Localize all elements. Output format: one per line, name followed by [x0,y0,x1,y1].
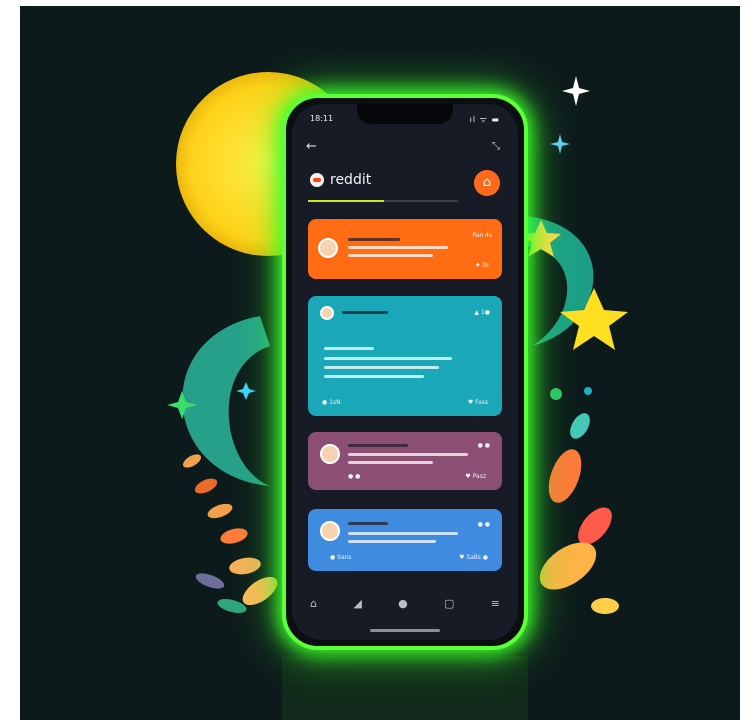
text-line [348,246,448,249]
foliage-left [182,454,278,613]
username-line [342,311,388,314]
nav-explore-icon[interactable]: ◢ [353,597,361,610]
post-meta: ● ● [477,442,490,449]
comment-count[interactable]: ● 1sN [322,399,341,406]
post-card[interactable]: ● ● ● Sans ♥ Sa8s ● [308,509,502,571]
reddit-logo-icon [310,173,324,187]
home-indicator [370,629,440,632]
post-card[interactable]: Pan 4s ♦ 0n [308,219,502,279]
avatar [320,444,340,464]
comment-count[interactable]: ● ● [348,473,360,480]
scene-background: 18:11 ıl ᯤ ▬ ← ⤡ reddit ⌂ Pan 4s ♦ 0n ▲ … [20,6,740,720]
nav-menu-icon[interactable]: ≡ [491,597,500,610]
foliage-right [539,387,619,614]
username-line [348,522,388,525]
avatar [320,306,334,320]
bottom-nav: ⌂ ◢ ● ▢ ≡ [292,588,518,618]
text-line [348,540,436,543]
expand-icon[interactable]: ⤡ [492,141,500,152]
text-line [348,461,433,464]
like-count[interactable]: ♥ Fass [468,399,488,406]
sparkle-icon [562,76,590,106]
text-line [348,453,468,456]
post-meta: ● ● [477,521,490,528]
username-line [348,444,408,447]
sparkle-cyan-icon [236,382,256,400]
nav-chat-icon[interactable]: ▢ [444,597,454,610]
phone-frame: 18:11 ıl ᯤ ▬ ← ⤡ reddit ⌂ Pan 4s ♦ 0n ▲ … [282,94,528,650]
text-line [348,532,458,535]
sparkle-blue-icon [550,134,570,154]
text-line [324,347,374,350]
status-time: 18:11 [310,114,334,123]
phone-screen: 18:11 ıl ᯤ ▬ ← ⤡ reddit ⌂ Pan 4s ♦ 0n ▲ … [292,104,518,640]
username-line [348,238,400,241]
text-line [348,254,433,257]
text-line [324,375,424,378]
notch [357,104,453,124]
post-card[interactable]: ▲ 1● ● 1sN ♥ Fass [308,296,502,416]
back-arrow-icon[interactable]: ← [306,139,317,154]
post-votes: ♦ 0n [475,262,490,269]
text-line [324,357,452,360]
nav-create-icon[interactable]: ● [398,597,408,610]
text-line [324,366,439,369]
brand: reddit [310,172,371,188]
comment-count[interactable]: ● Sans [330,554,352,561]
like-count[interactable]: ♥ Pasz [465,473,486,480]
nav-home-icon[interactable]: ⌂ [310,597,317,610]
avatar [320,521,340,541]
post-card[interactable]: ● ● ● ● ♥ Pasz [308,432,502,490]
avatar [318,238,338,258]
home-button[interactable]: ⌂ [474,170,500,196]
post-upvote: ▲ 1● [474,309,490,316]
brand-name: reddit [330,172,372,188]
tab-indicator [308,200,458,202]
status-icons: ıl ᯤ ▬ [469,115,500,124]
post-time: Pan 4s [472,232,492,239]
phone-reflection [282,656,528,720]
like-count[interactable]: ♥ Sa8s ● [459,554,488,561]
